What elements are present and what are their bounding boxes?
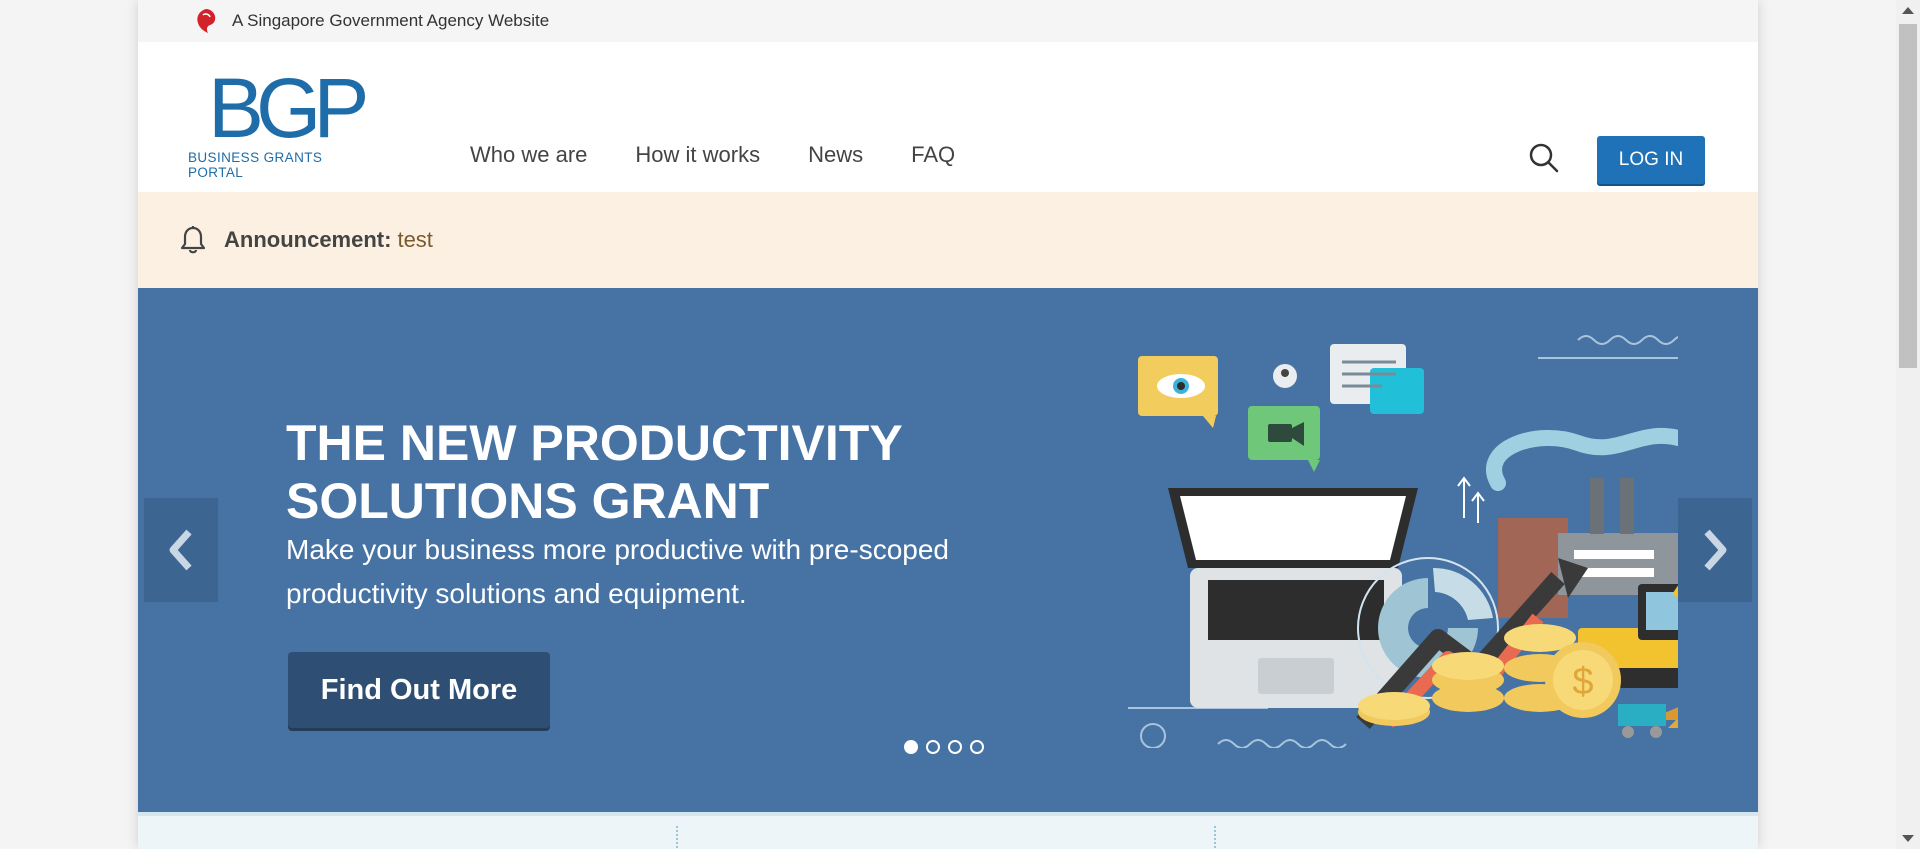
- chevron-left-icon: [169, 529, 192, 571]
- scroll-up-arrow-icon[interactable]: [1902, 7, 1914, 14]
- carousel-dot-3[interactable]: [948, 740, 962, 754]
- bell-icon: [180, 226, 206, 254]
- search-button[interactable]: [1528, 142, 1560, 179]
- lion-head-icon: [197, 9, 216, 33]
- masthead-text: A Singapore Government Agency Website: [232, 11, 550, 30]
- announcement-bar: Announcement: test: [138, 192, 1758, 288]
- nav-news[interactable]: News: [808, 142, 863, 168]
- section-divider: [1214, 826, 1216, 849]
- carousel-prev-button[interactable]: [144, 498, 218, 602]
- nav-who-we-are[interactable]: Who we are: [470, 142, 587, 168]
- login-button[interactable]: LOG IN: [1597, 136, 1705, 184]
- bgp-logo[interactable]: BGP BUSINESS GRANTS PORTAL: [188, 61, 378, 180]
- government-masthead: A Singapore Government Agency Website: [138, 0, 1758, 42]
- find-out-more-button[interactable]: Find Out More: [288, 652, 550, 728]
- page-scrollbar[interactable]: [1896, 0, 1920, 849]
- nav-faq[interactable]: FAQ: [911, 142, 955, 168]
- logo-mark: BGP: [208, 61, 369, 155]
- main-nav: Who we are How it works News FAQ: [470, 142, 955, 168]
- section-divider: [676, 826, 678, 849]
- chevron-right-icon: [1704, 529, 1727, 571]
- carousel-dot-4[interactable]: [970, 740, 984, 754]
- svg-text:$: $: [1572, 661, 1593, 703]
- hero-carousel: THE NEW PRODUCTIVITY SOLUTIONS GRANT Mak…: [138, 288, 1758, 812]
- productivity-illustration: $: [1128, 335, 1678, 748]
- carousel-indicators: [904, 740, 984, 754]
- site-header: BGP BUSINESS GRANTS PORTAL Who we are Ho…: [138, 42, 1758, 192]
- hero-description: Make your business more productive with …: [286, 534, 949, 609]
- scroll-down-arrow-icon[interactable]: [1902, 835, 1914, 842]
- announcement-label: Announcement:: [224, 227, 392, 252]
- carousel-dot-1[interactable]: [904, 740, 918, 754]
- scrollbar-thumb[interactable]: [1899, 24, 1917, 368]
- carousel-next-button[interactable]: [1678, 498, 1752, 602]
- page: A Singapore Government Agency Website BG…: [138, 0, 1758, 849]
- carousel-dot-2[interactable]: [926, 740, 940, 754]
- announcement-text[interactable]: test: [397, 227, 432, 253]
- hero-title: THE NEW PRODUCTIVITY SOLUTIONS GRANT: [286, 415, 902, 529]
- nav-how-it-works[interactable]: How it works: [635, 142, 760, 168]
- below-hero-section: [138, 812, 1758, 849]
- search-icon: [1529, 143, 1559, 173]
